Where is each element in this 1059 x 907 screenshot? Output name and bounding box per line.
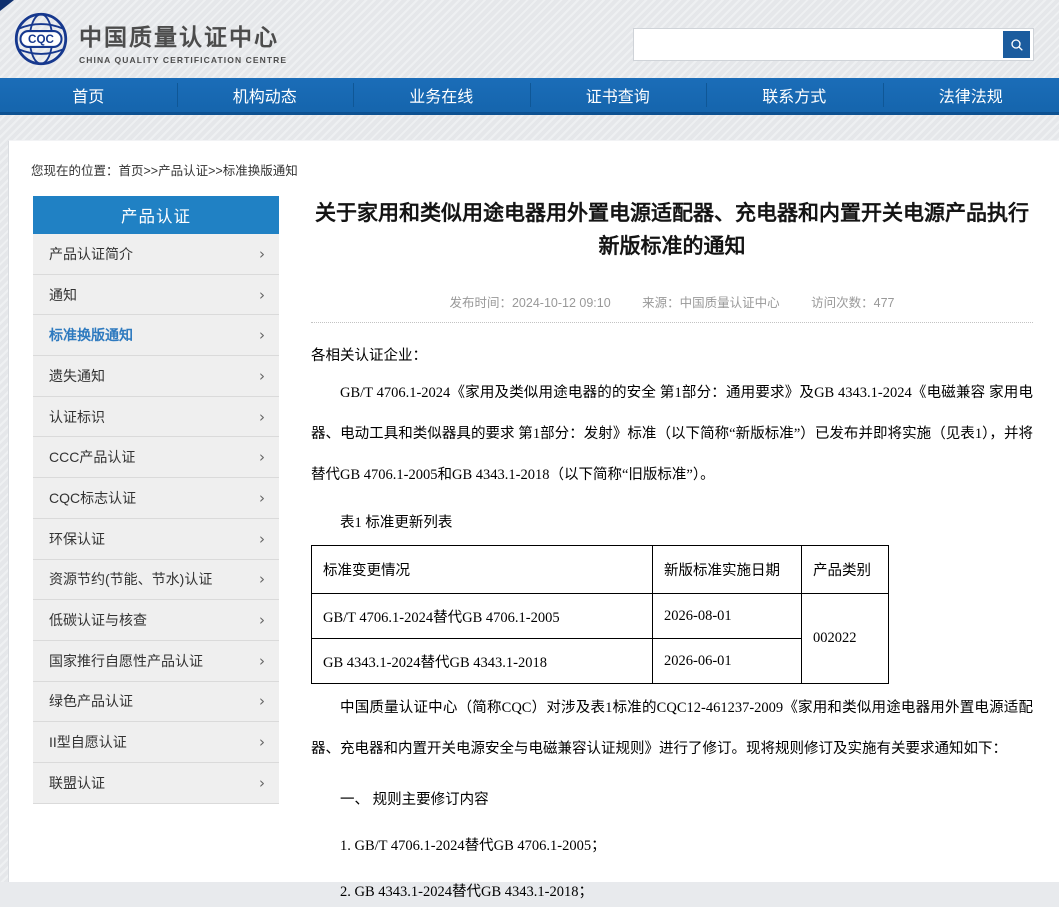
sidebar-item-label: 低碳认证与核查 (49, 610, 259, 630)
section-heading-1: 一、 规则主要修订内容 (311, 785, 1033, 815)
sidebar-item-label: 联盟认证 (49, 773, 259, 793)
cell-category: 002022 (802, 594, 889, 684)
sidebar-item-label: 绿色产品认证 (49, 691, 259, 711)
cqc-globe-icon: CQC (13, 11, 69, 67)
sidebar-item-label: 认证标识 (49, 407, 259, 427)
sidebar-item-label: 资源节约(节能、节水)认证 (49, 569, 259, 589)
cell-date: 2026-08-01 (653, 594, 802, 639)
chevron-right-icon: › (259, 652, 265, 670)
org-name-cn: 中国质量认证中心 (79, 18, 287, 52)
sidebar-item-ccc-product-cert[interactable]: CCC产品认证› (33, 437, 279, 478)
breadcrumb: 您现在的位置：首页>>产品认证>>标准换版通知 (31, 160, 298, 179)
org-names: 中国质量认证中心 CHINA QUALITY CERTIFICATION CEN… (79, 14, 287, 65)
sidebar-item-low-carbon-cert[interactable]: 低碳认证与核查› (33, 600, 279, 641)
nav-item-label: 法律法规 (939, 83, 1003, 107)
chevron-right-icon: › (259, 286, 265, 304)
chevron-right-icon: › (259, 408, 265, 426)
sidebar-title: 产品认证 (33, 196, 279, 234)
chevron-right-icon: › (259, 692, 265, 710)
search-icon (1009, 37, 1025, 53)
nav-item-contact[interactable]: 联系方式 (706, 78, 883, 112)
sidebar-item-label: II型自愿认证 (49, 732, 259, 752)
sidebar-item-cqc-mark-cert[interactable]: CQC标志认证› (33, 478, 279, 519)
sidebar-item-certification-marks[interactable]: 认证标识› (33, 397, 279, 438)
sidebar-item-label: 产品认证简介 (49, 244, 259, 264)
sidebar-item-label: 环保认证 (49, 529, 259, 549)
cell-date: 2026-06-01 (653, 639, 802, 684)
cell-change: GB/T 4706.1-2024替代GB 4706.1-2005 (312, 594, 653, 639)
article: 关于家用和类似用途电器用外置电源适配器、充电器和内置开关电源产品执行新版标准的通… (311, 198, 1033, 907)
chevron-right-icon: › (259, 245, 265, 263)
sidebar-item-notices[interactable]: 通知› (33, 275, 279, 316)
sidebar-item-product-cert-intro[interactable]: 产品认证简介› (33, 234, 279, 275)
chevron-right-icon: › (259, 611, 265, 629)
sidebar-item-type2-voluntary-cert[interactable]: II型自愿认证› (33, 722, 279, 763)
publish-time: 发布时间：2024-10-12 09:10 (449, 296, 610, 310)
nav-item-certificate-query[interactable]: 证书查询 (530, 78, 707, 112)
col-header-date: 新版标准实施日期 (653, 546, 802, 594)
svg-text:CQC: CQC (28, 33, 54, 46)
chevron-right-icon: › (259, 326, 265, 344)
chevron-right-icon: › (259, 530, 265, 548)
paragraph-1: GB/T 4706.1-2024《家用及类似用途电器的的安全 第1部分：通用要求… (311, 373, 1033, 496)
nav-item-label: 机构动态 (233, 83, 297, 107)
content-panel: 您现在的位置：首页>>产品认证>>标准换版通知 产品认证 产品认证简介› 通知›… (8, 140, 1059, 882)
sidebar-item-alliance-cert[interactable]: 联盟认证› (33, 763, 279, 804)
divider (311, 322, 1033, 323)
search-button[interactable] (1003, 31, 1030, 58)
sidebar-item-label: 国家推行自愿性产品认证 (49, 651, 259, 671)
chevron-right-icon: › (259, 774, 265, 792)
search-box (633, 28, 1034, 61)
nav-item-online-business[interactable]: 业务在线 (353, 78, 530, 112)
source: 来源：中国质量认证中心 (642, 296, 780, 310)
page-title: 关于家用和类似用途电器用外置电源适配器、充电器和内置开关电源产品执行新版标准的通… (311, 198, 1033, 263)
site-header: CQC 中国质量认证中心 CHINA QUALITY CERTIFICATION… (0, 0, 1059, 78)
chevron-right-icon: › (259, 367, 265, 385)
view-count: 访问次数：477 (811, 296, 894, 310)
sidebar-item-environmental-cert[interactable]: 环保认证› (33, 519, 279, 560)
sidebar-item-label: 标准换版通知 (49, 325, 259, 345)
paragraph-2: 中国质量认证中心（简称CQC）对涉及表1标准的CQC12-461237-2009… (311, 688, 1033, 770)
chevron-right-icon: › (259, 733, 265, 751)
cell-change: GB 4343.1-2024替代GB 4343.1-2018 (312, 639, 653, 684)
sidebar-item-label: CCC产品认证 (49, 447, 259, 467)
article-body: 各相关认证企业： GB/T 4706.1-2024《家用及类似用途电器的的安全 … (311, 346, 1033, 907)
col-header-change: 标准变更情况 (312, 546, 653, 594)
list-item-1: 1. GB/T 4706.1-2024替代GB 4706.1-2005； (311, 831, 1033, 861)
salutation: 各相关认证企业： (311, 346, 1033, 366)
col-header-category: 产品类别 (802, 546, 889, 594)
sidebar: 产品认证 产品认证简介› 通知› 标准换版通知› 遗失通知› 认证标识› CCC… (33, 196, 279, 804)
site-logo[interactable]: CQC 中国质量认证中心 CHINA QUALITY CERTIFICATION… (13, 11, 287, 67)
nav-item-news[interactable]: 机构动态 (177, 78, 354, 112)
search-input[interactable] (634, 29, 1003, 60)
sidebar-item-loss-notices[interactable]: 遗失通知› (33, 356, 279, 397)
nav-item-label: 业务在线 (409, 83, 473, 107)
sidebar-item-national-voluntary-cert[interactable]: 国家推行自愿性产品认证› (33, 641, 279, 682)
page: CQC 中国质量认证中心 CHINA QUALITY CERTIFICATION… (0, 0, 1059, 882)
nav-item-home[interactable]: 首页 (0, 78, 177, 112)
sidebar-item-standard-change-notices[interactable]: 标准换版通知› (33, 315, 279, 356)
nav-item-label: 首页 (72, 83, 104, 107)
table-row: GB/T 4706.1-2024替代GB 4706.1-2005 2026-08… (312, 594, 889, 639)
nav-item-label: 联系方式 (762, 83, 826, 107)
sidebar-item-label: 遗失通知 (49, 366, 259, 386)
table-caption: 表1 标准更新列表 (311, 511, 1033, 532)
sidebar-item-label: CQC标志认证 (49, 488, 259, 508)
chevron-right-icon: › (259, 570, 265, 588)
main-nav: 首页 机构动态 业务在线 证书查询 联系方式 法律法规 (0, 78, 1059, 115)
table-header-row: 标准变更情况 新版标准实施日期 产品类别 (312, 546, 889, 594)
chevron-right-icon: › (259, 489, 265, 507)
org-name-en: CHINA QUALITY CERTIFICATION CENTRE (79, 55, 287, 65)
sidebar-item-label: 通知 (49, 285, 259, 305)
article-meta: 发布时间：2024-10-12 09:10 来源：中国质量认证中心 访问次数：4… (311, 292, 1033, 311)
sidebar-item-resource-saving-cert[interactable]: 资源节约(节能、节水)认证› (33, 560, 279, 601)
chevron-right-icon: › (259, 448, 265, 466)
nav-item-laws[interactable]: 法律法规 (883, 78, 1059, 112)
nav-item-label: 证书查询 (586, 83, 650, 107)
standards-table: 标准变更情况 新版标准实施日期 产品类别 GB/T 4706.1-2024替代G… (311, 545, 889, 684)
sidebar-item-green-product-cert[interactable]: 绿色产品认证› (33, 682, 279, 723)
